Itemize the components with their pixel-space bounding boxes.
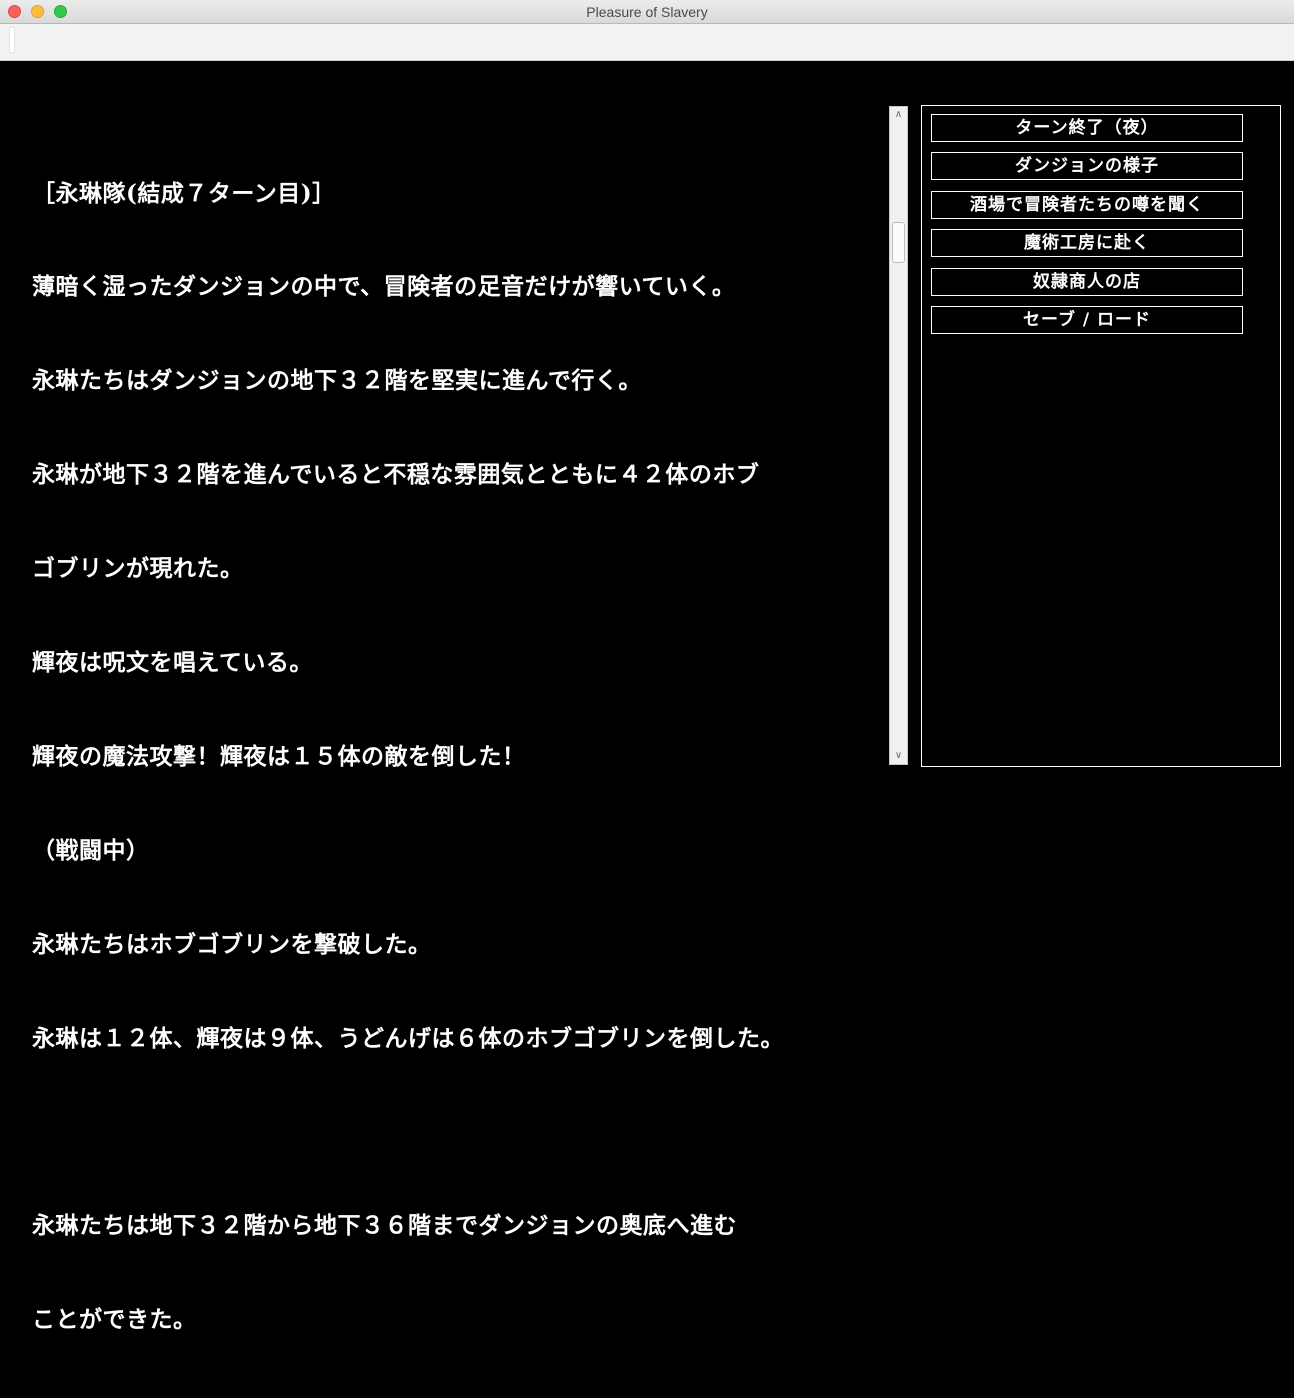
log-line: 永琳が地下３２階を進んでいると不穏な雰囲気とともに４２体のホブ [32, 461, 760, 489]
message-log: ［永琳隊(結成７ターン目)］ 薄暗く湿ったダンジョンの中で、冒険者の足音だけが響… [32, 115, 872, 1398]
log-line: 輝夜の魔法攻撃！輝夜は１５体の敵を倒した！ [32, 742, 526, 770]
dungeon-status-button[interactable]: ダンジョンの様子 [931, 152, 1243, 180]
window-title: Pleasure of Slavery [586, 4, 708, 20]
log-line: 輝夜は呪文を唱えている。 [32, 649, 313, 677]
magic-workshop-button[interactable]: 魔術工房に赴く [931, 229, 1243, 257]
tavern-rumors-button[interactable]: 酒場で冒険者たちの噂を聞く [931, 191, 1243, 219]
log-line: 永琳は１２体、輝夜は９体、うどんげは６体のホブゴブリンを倒した。 [32, 1024, 784, 1052]
game-area: ［永琳隊(結成７ターン目)］ 薄暗く湿ったダンジョンの中で、冒険者の足音だけが響… [0, 61, 1294, 1333]
command-input-bar[interactable] [0, 24, 1294, 61]
log-scrollbar[interactable]: ∧ ∨ [889, 106, 908, 765]
log-line: 永琳たちはホブゴブリンを撃破した。 [32, 930, 432, 958]
window-titlebar: Pleasure of Slavery [0, 0, 1294, 24]
log-line: （戦闘中） [32, 836, 150, 864]
slave-merchant-button[interactable]: 奴隷商人の店 [931, 268, 1243, 296]
text-caret [10, 28, 14, 52]
log-line: ことができた。 [32, 1306, 197, 1334]
log-line: 薄暗く湿ったダンジョンの中で、冒険者の足音だけが響いていく。 [32, 273, 736, 301]
log-line: 永琳たちはダンジョンの地下３２階を堅実に進んで行く。 [32, 367, 642, 395]
end-turn-button[interactable]: ターン終了（夜） [931, 114, 1243, 142]
log-line: 永琳たちは地下３２階から地下３６階までダンジョンの奥底へ進む [32, 1212, 737, 1240]
scroll-up-arrow-icon[interactable]: ∧ [890, 107, 907, 123]
save-load-button[interactable]: セーブ / ロード [931, 306, 1243, 334]
command-panel: ターン終了（夜） ダンジョンの様子 酒場で冒険者たちの噂を聞く 魔術工房に赴く … [921, 105, 1281, 767]
scrollbar-thumb[interactable] [892, 222, 905, 263]
scroll-down-arrow-icon[interactable]: ∨ [890, 748, 907, 764]
log-line: ［永琳隊(結成７ターン目)］ [32, 179, 336, 207]
log-line: ゴブリンが現れた。 [32, 555, 244, 583]
